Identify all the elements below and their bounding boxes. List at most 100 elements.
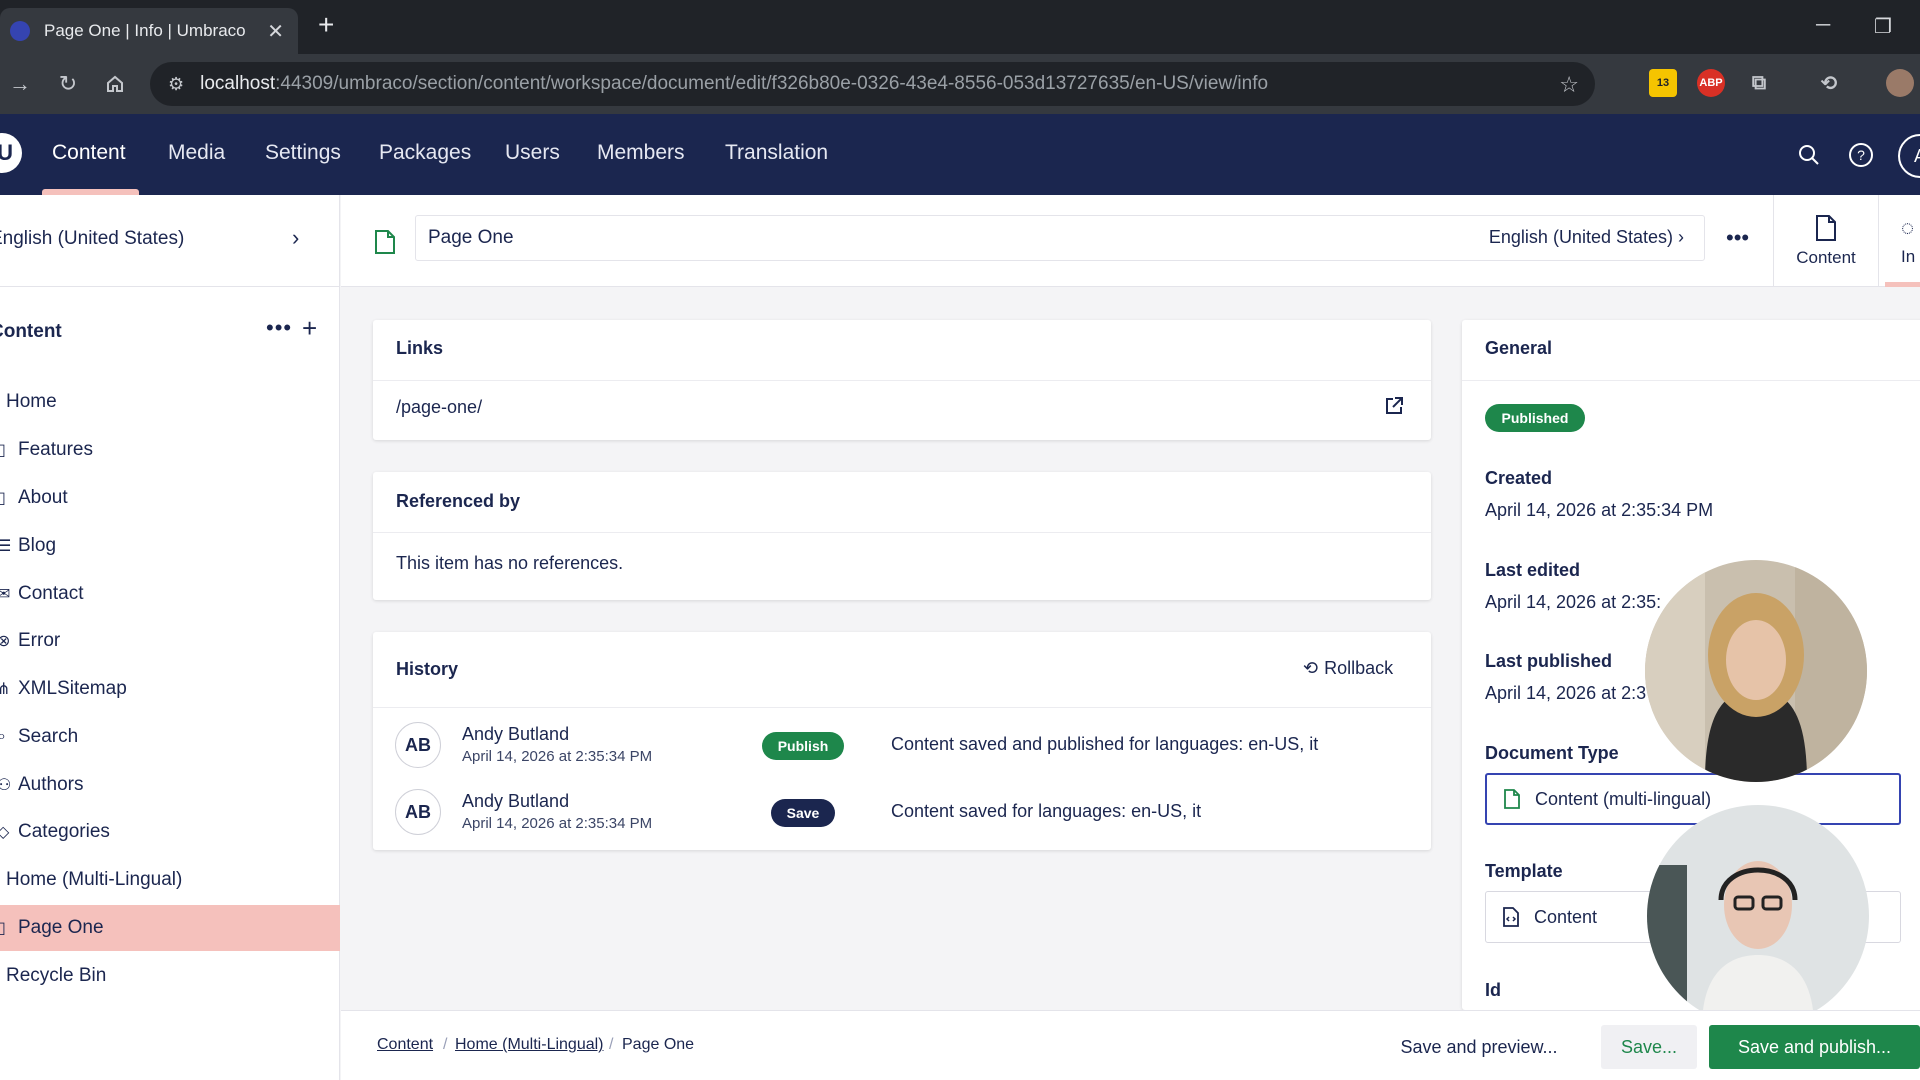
svg-text:?: ? — [1857, 147, 1865, 163]
tree-item-blog[interactable]: ☰ Blog — [0, 523, 340, 569]
tree-item-label: Recycle Bin — [6, 965, 107, 986]
section-tab-members[interactable]: Members — [597, 141, 685, 165]
document-icon[interactable] — [374, 229, 396, 261]
tree-item-about[interactable]: ▯ About — [0, 475, 340, 521]
user-avatar[interactable]: A — [1898, 134, 1920, 178]
reload-icon[interactable]: ↻ — [52, 68, 84, 100]
minimize-window-icon[interactable]: ─ — [1816, 14, 1830, 37]
open-external-icon[interactable] — [1384, 396, 1404, 422]
breadcrumb-separator: / — [609, 1036, 614, 1053]
rollback-button[interactable]: ⟲ Rollback — [1303, 658, 1393, 679]
section-tab-users[interactable]: Users — [505, 141, 560, 165]
document-icon: ▯ — [0, 490, 6, 507]
tree-item-search[interactable]: ⌕ Search — [0, 714, 340, 760]
section-tab-media[interactable]: Media — [168, 141, 225, 165]
history-row: AB Andy Butland April 14, 2026 at 2:35:3… — [373, 779, 1431, 845]
webcam-overlay-woman — [1645, 560, 1867, 782]
divider — [1462, 380, 1920, 381]
tree-item-home-multilingual[interactable]: Home (Multi-Lingual) — [0, 857, 340, 903]
no-references-text: This item has no references. — [396, 553, 624, 573]
tree-item-features[interactable]: ▯ Features — [0, 427, 340, 473]
section-tab-settings[interactable]: Settings — [265, 141, 341, 165]
document-type-picker[interactable]: Content (multi-lingual) — [1485, 773, 1901, 825]
tree-item-recycle-bin[interactable]: Recycle Bin — [0, 953, 340, 999]
adblock-icon[interactable]: ABP — [1697, 69, 1725, 97]
profile-avatar[interactable] — [1886, 69, 1914, 97]
view-tab-info[interactable]: ◌ In — [1885, 195, 1920, 287]
section-tab-translation[interactable]: Translation — [725, 141, 828, 165]
tree-item-label: Authors — [18, 774, 84, 795]
browser-tab[interactable]: Page One | Info | Umbraco ✕ — [0, 8, 298, 54]
users-icon: ⚇ — [0, 777, 11, 794]
tree-item-xmlsitemap[interactable]: ⋔ XMLSitemap — [0, 666, 340, 712]
search-icon: ⌕ — [0, 728, 6, 745]
view-tab-content[interactable]: Content — [1773, 195, 1879, 287]
save-and-publish-button[interactable]: Save and publish... — [1709, 1025, 1920, 1069]
new-tab-icon[interactable]: + — [318, 11, 334, 39]
extension-badge-count: 13 — [1656, 77, 1670, 89]
tree-item-label: Blog — [18, 535, 57, 556]
page-url-link[interactable]: /page-one/ — [396, 397, 482, 418]
rollback-label: Rollback — [1324, 658, 1394, 678]
document-type-value: Content (multi-lingual) — [1535, 788, 1712, 809]
breadcrumb-home-multilingual[interactable]: Home (Multi-Lingual) — [455, 1036, 604, 1054]
save-button[interactable]: Save... — [1601, 1025, 1697, 1069]
browser-tab-title: Page One | Info | Umbraco — [44, 21, 246, 40]
section-tab-content[interactable]: Content — [52, 141, 126, 165]
close-tab-icon[interactable]: ✕ — [267, 19, 284, 44]
history-message: Content saved and published for language… — [891, 734, 1319, 754]
history-icon[interactable]: ⟲ — [1815, 69, 1843, 97]
sitemap-icon: ⋔ — [0, 681, 11, 698]
history-user: Andy Butland — [462, 724, 570, 744]
extensions-puzzle-icon[interactable]: ⧉ — [1745, 69, 1773, 97]
breadcrumb-separator: / — [443, 1036, 448, 1053]
browser-toolbar: → ↻ ⚙ localhost:44309/umbraco/section/co… — [0, 54, 1920, 114]
save-and-preview-button[interactable]: Save and preview... — [1391, 1025, 1567, 1069]
tag-icon: ◇ — [0, 824, 10, 841]
site-settings-icon[interactable]: ⚙ — [168, 74, 184, 95]
address-bar[interactable]: ⚙ localhost:44309/umbraco/section/conten… — [150, 62, 1595, 106]
tree-item-label: Features — [18, 439, 93, 460]
breadcrumb-content[interactable]: Content — [377, 1036, 433, 1054]
published-status-badge: Published — [1485, 404, 1585, 432]
document-name-input[interactable]: Page One English (United States) › — [415, 215, 1705, 261]
tree-item-label: Home (Multi-Lingual) — [6, 869, 183, 890]
chevron-right-icon: › — [292, 225, 300, 250]
extension-badge-icon[interactable]: 13 — [1649, 69, 1677, 97]
workspace-header: Page One English (United States) › ••• C… — [341, 195, 1920, 287]
created-label: Created — [1485, 468, 1553, 488]
divider — [373, 380, 1431, 381]
umbraco-logo[interactable]: U — [0, 133, 22, 173]
tree-item-label: XMLSitemap — [18, 678, 127, 699]
create-icon[interactable]: + — [302, 313, 317, 344]
bookmark-star-icon[interactable]: ☆ — [1559, 72, 1579, 98]
tree-item-contact[interactable]: ✉ Contact — [0, 571, 340, 617]
view-tab-label: In — [1901, 247, 1916, 266]
tree-item-label: Home — [6, 391, 57, 412]
template-icon — [1503, 907, 1519, 927]
language-picker[interactable]: English (United States) › — [0, 195, 340, 287]
tree-item-categories[interactable]: ◇ Categories — [0, 809, 340, 855]
history-message: Content saved for languages: en-US, it — [891, 801, 1202, 821]
referenced-by-title: Referenced by — [396, 491, 521, 511]
forward-icon[interactable]: → — [4, 68, 36, 100]
tree-item-label: About — [18, 487, 68, 508]
home-icon[interactable] — [99, 68, 131, 100]
help-icon[interactable]: ? — [1846, 140, 1876, 170]
divider — [373, 707, 1431, 708]
tree-item-page-one[interactable]: ▯ Page One — [0, 905, 340, 951]
search-icon[interactable] — [1794, 140, 1824, 170]
workspace-actions-icon[interactable]: ••• — [1726, 225, 1749, 251]
envelope-icon: ✉ — [0, 586, 11, 603]
tree-item-authors[interactable]: ⚇ Authors — [0, 762, 340, 808]
tree-item-home[interactable]: Home — [0, 379, 340, 425]
tree-item-error[interactable]: ⊗ Error — [0, 618, 340, 664]
variant-selector[interactable]: English (United States) › — [1489, 227, 1684, 248]
restore-window-icon[interactable]: ❐ — [1874, 14, 1892, 39]
section-tab-packages[interactable]: Packages — [379, 141, 471, 165]
history-user: Andy Butland — [462, 791, 570, 811]
umbraco-header: U Content Media Settings Packages Users … — [0, 114, 1920, 195]
general-title: General — [1485, 338, 1553, 358]
tree-actions-icon[interactable]: ••• — [266, 315, 292, 341]
list-icon: ☰ — [0, 538, 11, 555]
